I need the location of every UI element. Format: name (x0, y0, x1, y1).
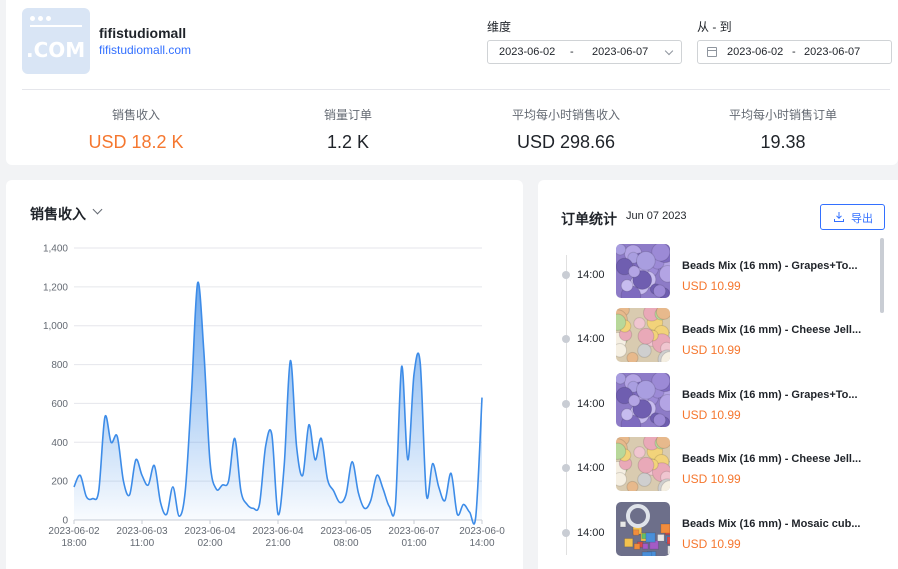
dimension-separator: - (570, 46, 574, 58)
timeline-dot (562, 271, 570, 279)
export-label: 导出 (851, 213, 873, 225)
shop-logo: .COM (22, 8, 90, 74)
timeline-dot (562, 464, 570, 472)
timeline-dot (562, 400, 570, 408)
product-price: USD 10.99 (682, 343, 741, 357)
product-name: Beads Mix (16 mm) - Mosaic cub... (682, 518, 861, 530)
order-stats-date: Jun 07 2023 (626, 210, 687, 222)
product-thumbnail (616, 437, 670, 491)
order-time: 14:00 (577, 462, 605, 474)
x-tick-label: 21:00 (265, 538, 290, 549)
shop-url-link[interactable]: fifistudiomall.com (99, 43, 191, 57)
x-tick-label: 02:00 (197, 538, 222, 549)
metric-label: 销售收入 (111, 108, 160, 122)
order-stats-card: 订单统计 Jun 07 2023 导出 14:00 Beads Mix (16 … (538, 180, 898, 569)
y-tick-label: 400 (51, 438, 68, 449)
product-thumbnail (616, 502, 670, 556)
x-tick-label: 2023-06-03 (116, 526, 168, 537)
x-tick-label: 18:00 (61, 538, 86, 549)
range-label: 从 - 到 (697, 20, 732, 34)
metric-value: 1.2 K (326, 132, 370, 152)
metric-label: 销量订单 (323, 108, 372, 122)
divider (22, 89, 890, 90)
product-thumbnail (616, 308, 670, 362)
x-tick-label: 2023-06-04 (184, 526, 236, 537)
y-tick-label: 1,000 (43, 321, 68, 332)
metric-value: USD 298.66 (516, 132, 616, 152)
product-thumbnail (616, 373, 670, 427)
x-tick-label: 14:00 (469, 538, 494, 549)
x-tick-label: 01:00 (401, 538, 426, 549)
product-name: Beads Mix (16 mm) - Grapes+To... (682, 260, 858, 272)
x-tick-label: 08:00 (333, 538, 358, 549)
x-tick-label: 2023-06-05 (320, 526, 372, 537)
y-tick-label: 1,200 (43, 282, 68, 293)
order-list-item[interactable]: 14:00 Beads Mix (16 mm) - Grapes+To... U… (538, 373, 878, 433)
x-tick-label: 2023-06-02 (48, 526, 100, 537)
metric-sales-orders: 销量订单 1.2 K (238, 106, 458, 153)
x-tick-label: 2023-06-04 (252, 526, 304, 537)
product-name: Beads Mix (16 mm) - Cheese Jell... (682, 324, 862, 336)
metric-value: USD 18.2 K (88, 132, 184, 152)
product-price: USD 10.99 (682, 408, 741, 422)
range-start-date: 2023-06-02 (727, 46, 784, 58)
browser-dots-icon (30, 16, 51, 21)
product-thumbnail (616, 244, 670, 298)
order-time: 14:00 (577, 269, 605, 281)
calendar-icon (707, 47, 717, 57)
order-list-item[interactable]: 14:00 Beads Mix (16 mm) - Grapes+To... U… (538, 244, 878, 304)
order-list-item[interactable]: 14:00 Beads Mix (16 mm) - Cheese Jell...… (538, 437, 878, 497)
dimension-date-select[interactable]: 2023-06-02 - 2023-06-07 (487, 40, 682, 64)
order-list-item[interactable]: 14:00 Beads Mix (16 mm) - Cheese Jell...… (538, 308, 878, 368)
range-end-date: 2023-06-07 (804, 46, 861, 58)
product-price: USD 10.99 (682, 537, 741, 551)
x-tick-label: 2023-06-0 (459, 526, 505, 537)
shop-name: fifistudiomall (99, 25, 187, 41)
order-list-item[interactable]: 14:00 Beads Mix (16 mm) - Mosaic cub... … (538, 502, 878, 562)
y-tick-label: 200 (51, 477, 68, 488)
x-tick-label: 2023-06-07 (388, 526, 440, 537)
product-name: Beads Mix (16 mm) - Grapes+To... (682, 389, 858, 401)
y-tick-label: 0 (62, 516, 68, 527)
y-tick-label: 600 (51, 399, 68, 410)
sales-area-chart: 0 200 400 600 800 1,000 1,200 1,400 2023-06-0218… (43, 244, 505, 550)
range-separator: - (792, 46, 796, 58)
sales-chart-card: 销售收入 0 200 400 600 800 1,000 1,200 1,400 2023-06… (6, 180, 523, 569)
metric-hourly-orders: 平均每小时销售订单 19.38 (673, 106, 893, 153)
order-time: 14:00 (577, 333, 605, 345)
y-tick-label: 1,400 (43, 244, 68, 255)
product-price: USD 10.99 (682, 279, 741, 293)
metric-label: 平均每小时销售收入 (511, 108, 620, 122)
chevron-down-icon (664, 46, 674, 56)
metric-hourly-revenue: 平均每小时销售收入 USD 298.66 (456, 106, 676, 153)
order-stats-title: 订单统计 (561, 211, 617, 227)
timeline-dot (562, 335, 570, 343)
product-price: USD 10.99 (682, 472, 741, 486)
download-icon (834, 212, 844, 222)
x-tick-label: 11:00 (130, 538, 155, 549)
order-time: 14:00 (577, 527, 605, 539)
dimension-end-date: 2023-06-07 (592, 46, 649, 58)
browser-bar-icon (30, 25, 82, 27)
metric-sales-revenue: 销售收入 USD 18.2 K (26, 106, 246, 153)
dimension-start-date: 2023-06-02 (499, 46, 556, 58)
y-tick-label: 800 (51, 360, 68, 371)
timeline-dot (562, 529, 570, 537)
export-button[interactable]: 导出 (820, 204, 885, 230)
logo-text: .COM (26, 38, 86, 62)
order-time: 14:00 (577, 398, 605, 410)
order-list-scrollbar[interactable] (880, 238, 884, 313)
product-name: Beads Mix (16 mm) - Cheese Jell... (682, 453, 862, 465)
range-date-picker[interactable]: 2023-06-02 - 2023-06-07 (697, 40, 892, 64)
metric-label: 平均每小时销售订单 (728, 108, 837, 122)
shop-summary-card: .COM fifistudiomall fifistudiomall.com 维… (6, 0, 898, 165)
dimension-label: 维度 (487, 20, 512, 34)
metric-value: 19.38 (760, 132, 806, 152)
